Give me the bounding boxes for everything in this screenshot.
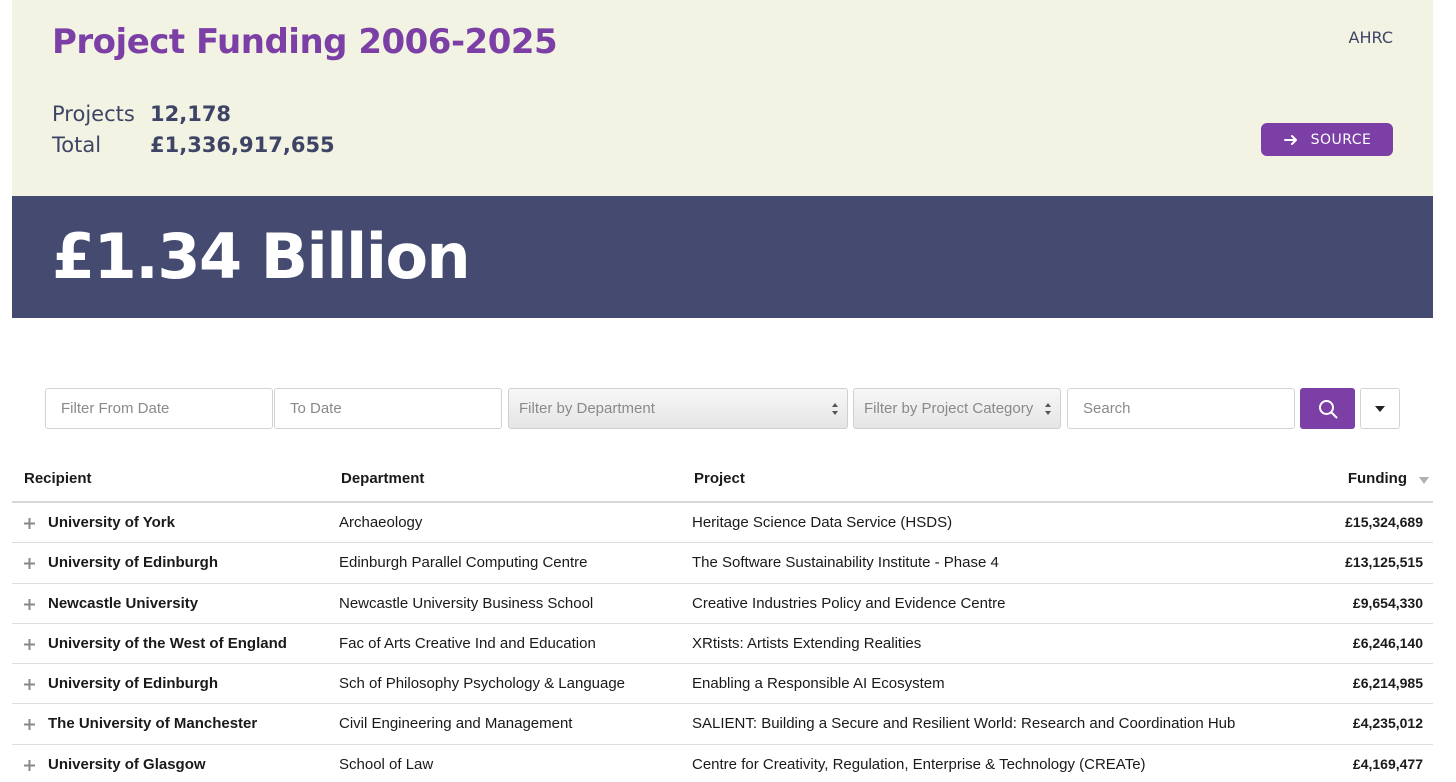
recipient-cell: University of the West of England [48,634,287,652]
expand-icon[interactable] [24,598,35,610]
source-button-label: SOURCE [1310,131,1372,148]
stat-projects: Projects 12,178 [52,102,335,133]
select-arrows-icon [832,403,838,415]
from-date-input[interactable]: Filter From Date [45,388,273,429]
funding-cell: £9,654,330 [1352,594,1423,611]
column-header-funding[interactable]: Funding [1348,470,1407,487]
page-title: Project Funding 2006-2025 [52,22,558,62]
search-button[interactable] [1300,388,1355,429]
funding-cell: £6,246,140 [1352,634,1423,651]
department-cell: Fac of Arts Creative Ind and Education [339,634,596,652]
table-header: Recipient Department Project Funding [12,458,1433,503]
project-cell: XRtists: Artists Extending Realities [692,634,922,652]
expand-icon[interactable] [24,679,35,691]
org-label: AHRC [1348,28,1393,47]
department-cell: Archaeology [339,514,423,531]
project-cell: Centre for Creativity, Regulation, Enter… [692,755,1146,773]
recipient-cell: University of York [48,514,175,531]
table-row[interactable]: University of Edinburgh Edinburgh Parall… [12,543,1433,584]
header-card: Project Funding 2006-2025 AHRC Projects … [12,0,1433,196]
funding-cell: £4,235,012 [1352,715,1423,732]
category-select-label: Filter by Project Category [864,400,1034,417]
expand-icon[interactable] [24,719,35,731]
project-cell: Enabling a Responsible AI Ecosystem [692,675,945,693]
table-row[interactable]: The University of Manchester Civil Engin… [12,704,1433,745]
project-cell: SALIENT: Building a Secure and Resilient… [692,715,1236,733]
column-header-project[interactable]: Project [694,470,745,487]
recipient-cell: Newcastle University [48,594,199,612]
expand-icon[interactable] [24,558,35,570]
search-icon [1318,399,1337,418]
arrow-right-icon [1283,134,1297,145]
column-header-recipient[interactable]: Recipient [24,470,92,487]
stat-label: Total [52,133,102,157]
funding-cell: £6,214,985 [1352,675,1423,692]
department-cell: Civil Engineering and Management [339,715,573,733]
caret-down-icon [1375,405,1385,412]
table-row[interactable]: University of Edinburgh Sch of Philosoph… [12,664,1433,705]
table-row[interactable]: University of the West of England Fac of… [12,624,1433,665]
table-row[interactable]: Newcastle University Newcastle Universit… [12,584,1433,624]
department-select-label: Filter by Department [519,400,655,417]
funding-cell: £15,324,689 [1345,514,1423,530]
recipient-cell: University of Glasgow [48,755,206,773]
source-button[interactable]: SOURCE [1261,123,1393,156]
stats-summary: Projects 12,178 Total £1,336,917,655 [52,102,335,164]
funding-table: Recipient Department Project Funding Uni… [12,458,1433,782]
department-cell: School of Law [339,755,434,773]
hero-amount: £1.34 Billion [52,220,471,293]
funding-cell: £4,169,477 [1352,755,1423,772]
expand-icon[interactable] [24,759,35,771]
project-cell: The Software Sustainability Institute - … [692,554,999,572]
department-cell: Newcastle University Business School [339,594,594,612]
sort-desc-icon[interactable] [1419,477,1429,484]
table-row[interactable]: University of Glasgow School of Law Cent… [12,745,1433,782]
department-select[interactable]: Filter by Department [508,388,848,429]
stat-total: Total £1,336,917,655 [52,133,335,164]
recipient-cell: University of Edinburgh [48,554,219,572]
department-cell: Edinburgh Parallel Computing Centre [339,554,588,572]
to-date-input[interactable]: To Date [274,388,502,429]
column-header-department[interactable]: Department [341,470,424,487]
category-select[interactable]: Filter by Project Category [853,388,1061,429]
stat-value: £1,336,917,655 [150,133,335,157]
search-input[interactable]: Search [1067,388,1295,429]
stat-value: 12,178 [150,102,232,126]
funding-cell: £13,125,515 [1345,554,1423,571]
project-cell: Heritage Science Data Service (HSDS) [692,514,953,531]
options-menu-button[interactable] [1360,388,1400,429]
table-row[interactable]: University of York Archaeology Heritage … [12,503,1433,544]
recipient-cell: The University of Manchester [48,715,258,733]
project-cell: Creative Industries Policy and Evidence … [692,594,1006,612]
expand-icon[interactable] [24,638,35,650]
recipient-cell: University of Edinburgh [48,675,219,693]
expand-icon[interactable] [24,518,35,529]
select-arrows-icon [1045,403,1051,415]
stat-label: Projects [52,102,135,126]
department-cell: Sch of Philosophy Psychology & Language [339,675,626,693]
hero-band: £1.34 Billion [12,196,1433,318]
